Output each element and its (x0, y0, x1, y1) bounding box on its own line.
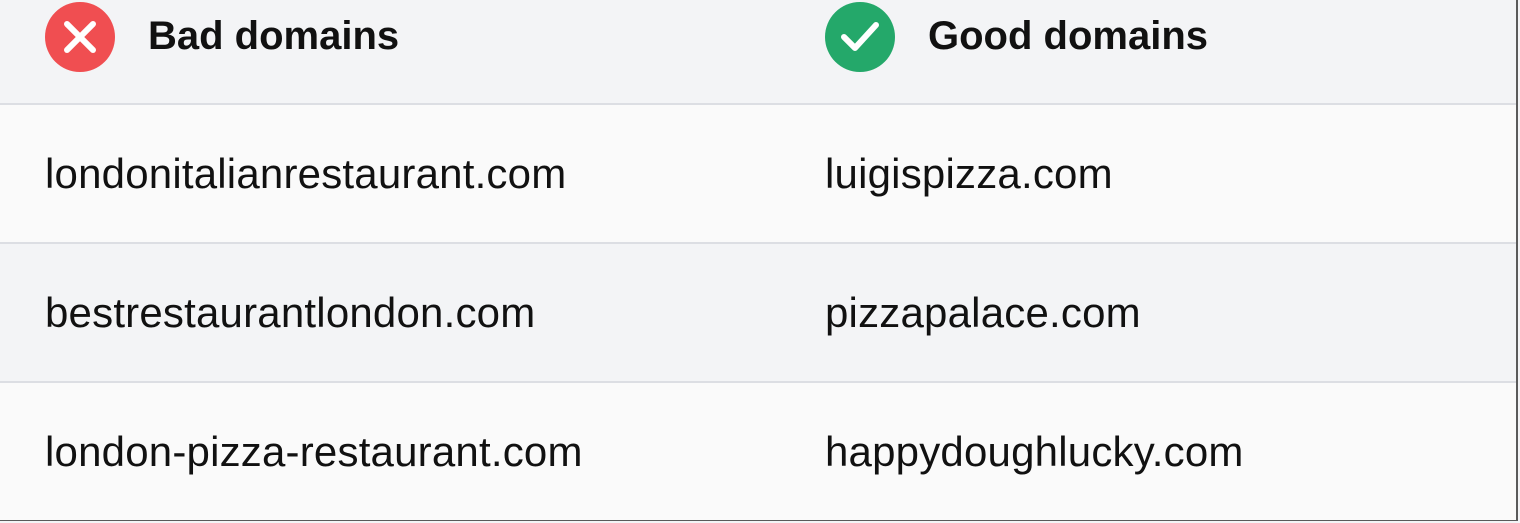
bad-domains-header: Bad domains (45, 0, 399, 103)
table-header-row: Bad domains Good domains (0, 0, 1516, 105)
good-domain-cell: luigispizza.com (825, 149, 1113, 197)
bad-domain-cell: londonitalianrestaurant.com (45, 149, 567, 197)
table-row: london-pizza-restaurant.com happydoughlu… (0, 383, 1516, 520)
domains-comparison-table: Bad domains Good domains londonitalianre… (0, 0, 1518, 521)
bad-domain-cell: london-pizza-restaurant.com (45, 427, 583, 475)
good-domains-label: Good domains (928, 14, 1208, 58)
good-domains-header: Good domains (825, 0, 1208, 103)
check-icon (825, 1, 895, 72)
bad-domain-cell: bestrestaurantlondon.com (45, 288, 536, 336)
good-domain-cell: happydoughlucky.com (825, 427, 1244, 475)
x-icon (45, 1, 115, 72)
good-domain-cell: pizzapalace.com (825, 288, 1141, 336)
bad-domains-label: Bad domains (148, 14, 400, 58)
table-row: bestrestaurantlondon.com pizzapalace.com (0, 244, 1516, 383)
table-row: londonitalianrestaurant.com luigispizza.… (0, 105, 1516, 244)
